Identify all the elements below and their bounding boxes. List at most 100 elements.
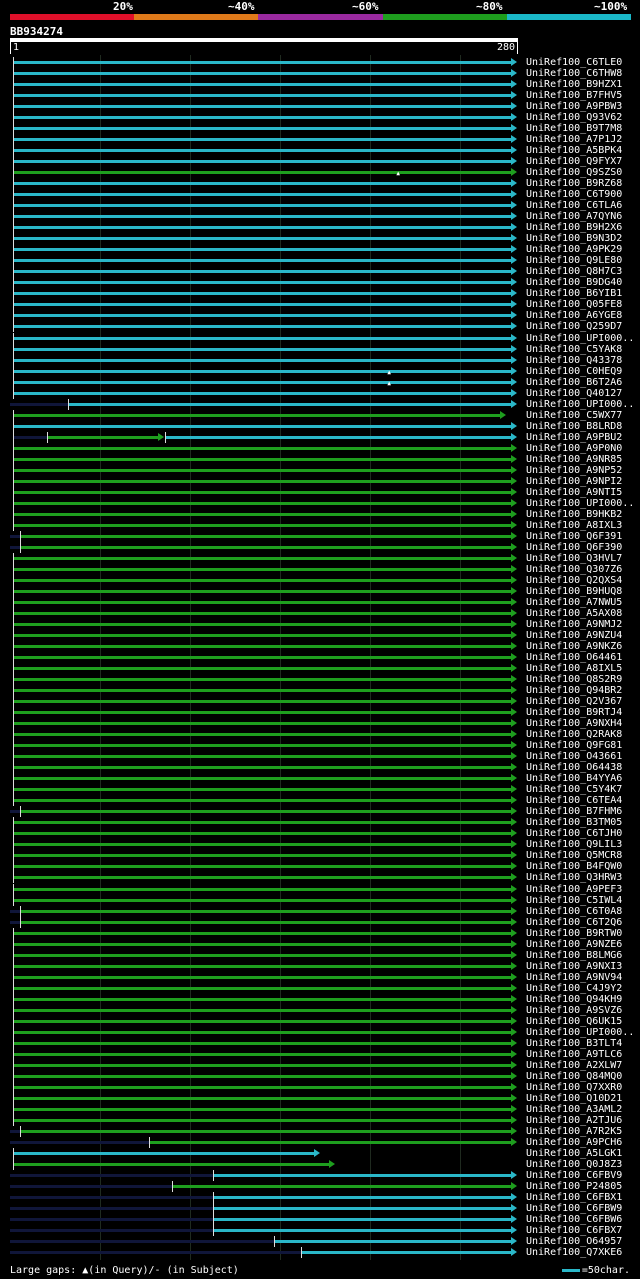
hit-row[interactable]: UniRef100_A9P0N0 (0, 442, 640, 454)
hit-row[interactable]: UniRef100_A7R2K5 (0, 1125, 640, 1137)
hit-label[interactable]: UniRef100_Q40127 (526, 388, 638, 399)
hit-label[interactable]: UniRef100_Q7XXR0 (526, 1082, 638, 1093)
hit-row[interactable]: UniRef100_Q10D21 (0, 1092, 640, 1104)
hit-label[interactable]: UniRef100_C6T2Q6 (526, 917, 638, 928)
hit-label[interactable]: UniRef100_Q6F390 (526, 542, 638, 553)
hit-label[interactable]: UniRef100_B3TLT4 (526, 1038, 638, 1049)
hit-row[interactable]: UniRef100_Q8S2R9 (0, 674, 640, 686)
hit-row[interactable]: UniRef100_A9NMJ2 (0, 619, 640, 631)
hit-row[interactable]: UniRef100_C4J9Y2 (0, 982, 640, 994)
hit-row[interactable]: UniRef100_B7FHV5 (0, 90, 640, 102)
hit-label[interactable]: UniRef100_Q94BR2 (526, 685, 638, 696)
hit-label[interactable]: UniRef100_Q8H7C3 (526, 266, 638, 277)
hit-row[interactable]: UniRef100_C6THW8 (0, 68, 640, 80)
hit-row[interactable]: UniRef100_C5WX77 (0, 409, 640, 421)
hit-row[interactable]: UniRef100_B9RTJ4 (0, 707, 640, 719)
hit-label[interactable]: UniRef100_Q3HRW3 (526, 872, 638, 883)
hit-row[interactable]: UniRef100_A9NXH4 (0, 718, 640, 730)
hit-label[interactable]: UniRef100_A9PCH6 (526, 1137, 638, 1148)
hit-row[interactable]: UniRef100_Q3HRW3 (0, 872, 640, 884)
hit-label[interactable]: UniRef100_A9PBW3 (526, 101, 638, 112)
hit-row[interactable]: UniRef100_P24805 (0, 1181, 640, 1193)
hit-row[interactable]: UniRef100_A7NWU5 (0, 596, 640, 608)
hit-label[interactable]: UniRef100_Q93V62 (526, 112, 638, 123)
hit-row[interactable]: UniRef100_A9PEF3 (0, 883, 640, 895)
hit-label[interactable]: UniRef100_C6TEA4 (526, 795, 638, 806)
hit-row[interactable]: UniRef100_A7QYN6 (0, 211, 640, 223)
hit-label[interactable]: UniRef100_A7QYN6 (526, 211, 638, 222)
hit-label[interactable]: UniRef100_B9T7M8 (526, 123, 638, 134)
hit-row[interactable]: UniRef100_A9NKZ6 (0, 641, 640, 653)
hit-row[interactable]: UniRef100_C6T0A8 (0, 905, 640, 917)
hit-label[interactable]: UniRef100_Q2RAK8 (526, 729, 638, 740)
hit-row[interactable]: UniRef100_Q94BR2 (0, 685, 640, 697)
hit-label[interactable]: UniRef100_A9NXI3 (526, 961, 638, 972)
hit-row[interactable]: UniRef100_C6FBX7 (0, 1225, 640, 1237)
hit-label[interactable]: UniRef100_A5AX08 (526, 608, 638, 619)
hit-label[interactable]: UniRef100_Q6F391 (526, 531, 638, 542)
hit-label[interactable]: UniRef100_B8LRD8 (526, 421, 638, 432)
hit-row[interactable]: UniRef100_Q7XKE6 (0, 1247, 640, 1259)
hit-label[interactable]: UniRef100_Q2QXS4 (526, 575, 638, 586)
hit-row[interactable]: UniRef100_A8IXL3 (0, 519, 640, 531)
hit-row[interactable]: UniRef100_Q8H7C3 (0, 266, 640, 278)
hit-label[interactable]: UniRef100_A7P1J2 (526, 134, 638, 145)
hit-label[interactable]: UniRef100_B8LMG6 (526, 950, 638, 961)
hit-row[interactable]: UniRef100_B8LRD8 (0, 420, 640, 432)
hit-label[interactable]: UniRef100_Q2V367 (526, 696, 638, 707)
hit-row[interactable]: ▲ UniRef100_B6T2A6 (0, 376, 640, 388)
hit-label[interactable]: UniRef100_B9RTW0 (526, 928, 638, 939)
hit-row[interactable]: UniRef100_B9HKB2 (0, 508, 640, 520)
hit-label[interactable]: UniRef100_Q0J8Z3 (526, 1159, 638, 1170)
hit-row[interactable]: UniRef100_A9NV94 (0, 971, 640, 983)
hit-label[interactable]: UniRef100_C6FBW9 (526, 1203, 638, 1214)
hit-label[interactable]: UniRef100_A9NV94 (526, 972, 638, 983)
hit-row[interactable]: UniRef100_Q05FE8 (0, 299, 640, 311)
hit-label[interactable]: UniRef100_Q3HVL7 (526, 553, 638, 564)
hit-label[interactable]: UniRef100_A8IXL3 (526, 520, 638, 531)
hit-label[interactable]: UniRef100_O64461 (526, 652, 638, 663)
hit-label[interactable]: UniRef100_Q6UK15 (526, 1016, 638, 1027)
hit-label[interactable]: UniRef100_A3AML2 (526, 1104, 638, 1115)
hit-label[interactable]: UniRef100_A9TLC6 (526, 1049, 638, 1060)
hit-label[interactable]: UniRef100_A8IXL5 (526, 663, 638, 674)
hit-row[interactable]: UniRef100_B4FQW0 (0, 861, 640, 873)
hit-row[interactable]: UniRef100_A6YGE8 (0, 310, 640, 322)
hit-row[interactable]: UniRef100_B9N3D2 (0, 233, 640, 245)
hit-row[interactable]: UniRef100_B9HZX1 (0, 79, 640, 91)
hit-row[interactable]: UniRef100_A2XLW7 (0, 1059, 640, 1071)
hit-row[interactable]: UniRef100_A9SVZ6 (0, 1004, 640, 1016)
hit-label[interactable]: UniRef100_C0HEQ9 (526, 366, 638, 377)
hit-label[interactable]: UniRef100_P24805 (526, 1181, 638, 1192)
hit-label[interactable]: UniRef100_C6FBW6 (526, 1214, 638, 1225)
hit-row[interactable]: UniRef100_A9NZE6 (0, 938, 640, 950)
hit-row[interactable]: UniRef100_A8IXL5 (0, 663, 640, 675)
hit-label[interactable]: UniRef100_C6FBV9 (526, 1170, 638, 1181)
hit-label[interactable]: UniRef100_Q9SZS0 (526, 167, 638, 178)
hit-label[interactable]: UniRef100_A7NWU5 (526, 597, 638, 608)
hit-label[interactable]: UniRef100_A9NMJ2 (526, 619, 638, 630)
hit-label[interactable]: UniRef100_A9PEF3 (526, 884, 638, 895)
hit-label[interactable]: UniRef100_B6YIB1 (526, 288, 638, 299)
hit-row[interactable]: UniRef100_A5BPK4 (0, 145, 640, 157)
hit-label[interactable]: UniRef100_B9HKB2 (526, 509, 638, 520)
hit-label[interactable]: UniRef100_A5LGK1 (526, 1148, 638, 1159)
hit-label[interactable]: UniRef100_UPI000.. (526, 1027, 638, 1038)
hit-row[interactable]: UniRef100_A9NR85 (0, 453, 640, 465)
hit-label[interactable]: UniRef100_C6TLA6 (526, 200, 638, 211)
hit-row[interactable]: UniRef100_C6FBV9 (0, 1170, 640, 1182)
hit-row[interactable]: UniRef100_A9NTI5 (0, 486, 640, 498)
hit-row[interactable]: UniRef100_Q3HVL7 (0, 552, 640, 564)
hit-label[interactable]: UniRef100_B9RTJ4 (526, 707, 638, 718)
hit-row[interactable]: UniRef100_C6FBW9 (0, 1203, 640, 1215)
hit-row[interactable]: UniRef100_UPI000.. (0, 332, 640, 344)
hit-row[interactable]: UniRef100_Q6F390 (0, 541, 640, 553)
hit-label[interactable]: UniRef100_C6T0A8 (526, 906, 638, 917)
hit-label[interactable]: UniRef100_C6T900 (526, 189, 638, 200)
hit-label[interactable]: UniRef100_C4J9Y2 (526, 983, 638, 994)
hit-row[interactable]: UniRef100_C6TLA6 (0, 200, 640, 212)
hit-label[interactable]: UniRef100_Q94KH9 (526, 994, 638, 1005)
hit-row[interactable]: UniRef100_Q2V367 (0, 696, 640, 708)
hit-label[interactable]: UniRef100_B6T2A6 (526, 377, 638, 388)
hit-label[interactable]: UniRef100_Q259D7 (526, 321, 638, 332)
